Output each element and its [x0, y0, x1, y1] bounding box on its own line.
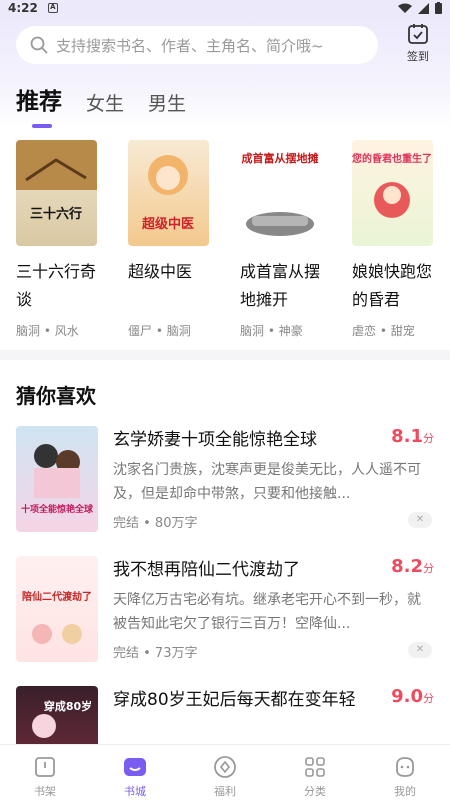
book-title: 我不想再陪仙二代渡劫了 — [113, 560, 300, 580]
cover-text: 穿成80岁 — [44, 699, 92, 713]
signin-label: 签到 — [407, 50, 429, 63]
search-placeholder: 支持搜索书名、作者、主角名、简介哦~ — [56, 36, 324, 55]
recommend-book[interactable]: 三十六行 三十六行奇谈 脑洞 • 风水 — [16, 140, 97, 339]
tab-recommend[interactable]: 推荐 — [16, 82, 62, 128]
book-desc: 天降亿万古宅必有坑。继承老宅开心不到一秒，就被告知此宅欠了银行三百万！空降仙..… — [113, 592, 421, 632]
dismiss-icon[interactable]: ✕ — [408, 512, 432, 528]
book-title: 娘娘快跑您的昏君 — [352, 262, 433, 309]
recommend-book[interactable]: 您的昏君也重生了 娘娘快跑您的昏君 虐恋 • 甜宠 — [352, 140, 433, 339]
book-tags: 虐恋 • 甜宠 — [352, 324, 415, 338]
signin-button[interactable]: 签到 — [398, 22, 438, 72]
profile-icon — [396, 757, 414, 777]
category-icon — [305, 757, 325, 777]
list-item[interactable]: 十项全能惊艳全球 玄学娇妻十项全能惊艳全球 8.1分 沈家名门贵族，沈寒声更是俊… — [16, 424, 434, 554]
cover-text: 您的昏君也重生了 — [352, 152, 432, 165]
book-cover: 您的昏君也重生了 — [352, 140, 433, 246]
search-icon — [30, 36, 48, 54]
book-cover: 超级中医 — [128, 140, 209, 246]
book-title: 三十六行奇谈 — [16, 262, 97, 309]
cover-text: 三十六行 — [30, 206, 82, 222]
recommend-row: 三十六行 三十六行奇谈 脑洞 • 风水 超级中医 超级中医 僵尸 • 脑洞 成首… — [16, 140, 450, 339]
welfare-icon — [214, 756, 236, 778]
dismiss-icon[interactable]: ✕ — [408, 642, 432, 658]
bookshelf-icon — [35, 757, 55, 777]
nav-bookstore[interactable]: 书城 — [90, 745, 180, 800]
battery-icon — [435, 2, 442, 14]
cover-text: 成首富从摆地摊 — [242, 151, 319, 165]
calendar-check-icon — [408, 24, 428, 44]
book-cover: 陪仙二代渡劫了 — [16, 556, 98, 662]
list-item[interactable]: 陪仙二代渡劫了 我不想再陪仙二代渡劫了 8.2分 天降亿万古宅必有坑。继承老宅开… — [16, 554, 434, 684]
bookstore-icon — [124, 758, 146, 776]
recommend-book[interactable]: 超级中医 超级中医 僵尸 • 脑洞 — [128, 140, 209, 339]
book-meta: 完结 • 73万字 — [113, 646, 198, 661]
gender-tabs: 推荐 女生 男生 — [16, 82, 186, 128]
header: 支持搜索书名、作者、主角名、简介哦~ 签到 推荐 女生 男生 — [0, 16, 450, 128]
status-time: 4:22 — [8, 1, 38, 15]
status-right — [398, 2, 442, 14]
tab-female[interactable]: 女生 — [86, 89, 124, 122]
book-tags: 脑洞 • 风水 — [16, 324, 79, 338]
book-tags: 脑洞 • 神豪 — [240, 324, 303, 338]
book-title: 超级中医 — [128, 262, 193, 281]
cover-text: 超级中医 — [142, 216, 194, 232]
book-title: 成首富从摆地摊开 — [240, 262, 321, 309]
book-cover: 十项全能惊艳全球 — [16, 426, 98, 532]
nav-bookshelf[interactable]: 书架 — [0, 745, 90, 800]
status-bar: 4:22 A — [0, 0, 450, 16]
book-meta: 完结 • 80万字 — [113, 516, 198, 531]
book-cover: 三十六行 — [16, 140, 97, 246]
cover-text: 陪仙二代渡劫了 — [22, 590, 92, 603]
book-score: 8.1分 — [391, 426, 434, 447]
wifi-icon — [398, 3, 412, 13]
nav-welfare[interactable]: 福利 — [180, 745, 270, 800]
recommend-book[interactable]: 成首富从摆地摊 成首富从摆地摊开 脑洞 • 神豪 — [240, 140, 321, 339]
signal-icon — [418, 2, 429, 14]
book-tags: 僵尸 • 脑洞 — [128, 324, 191, 338]
book-cover: 成首富从摆地摊 — [240, 140, 321, 246]
search-input[interactable]: 支持搜索书名、作者、主角名、简介哦~ — [16, 26, 378, 64]
tab-male[interactable]: 男生 — [148, 89, 186, 122]
book-desc: 沈家名门贵族，沈寒声更是俊美无比，人人遥不可及，但是却命中带煞，只要和他接触..… — [113, 462, 421, 502]
notification-icon: A — [47, 3, 58, 13]
book-title: 穿成80岁王妃后每天都在变年轻 — [113, 690, 356, 710]
book-title: 玄学娇妻十项全能惊艳全球 — [113, 430, 317, 450]
bottom-nav: 书架 书城 福利 分类 我的 — [0, 744, 450, 800]
section-title: 猜你喜欢 — [16, 384, 96, 408]
section-divider — [0, 350, 450, 360]
book-score: 9.0分 — [391, 686, 434, 707]
book-score: 8.2分 — [391, 556, 434, 577]
nav-category[interactable]: 分类 — [270, 745, 360, 800]
nav-profile[interactable]: 我的 — [360, 745, 450, 800]
cover-text: 十项全能惊艳全球 — [21, 503, 94, 515]
